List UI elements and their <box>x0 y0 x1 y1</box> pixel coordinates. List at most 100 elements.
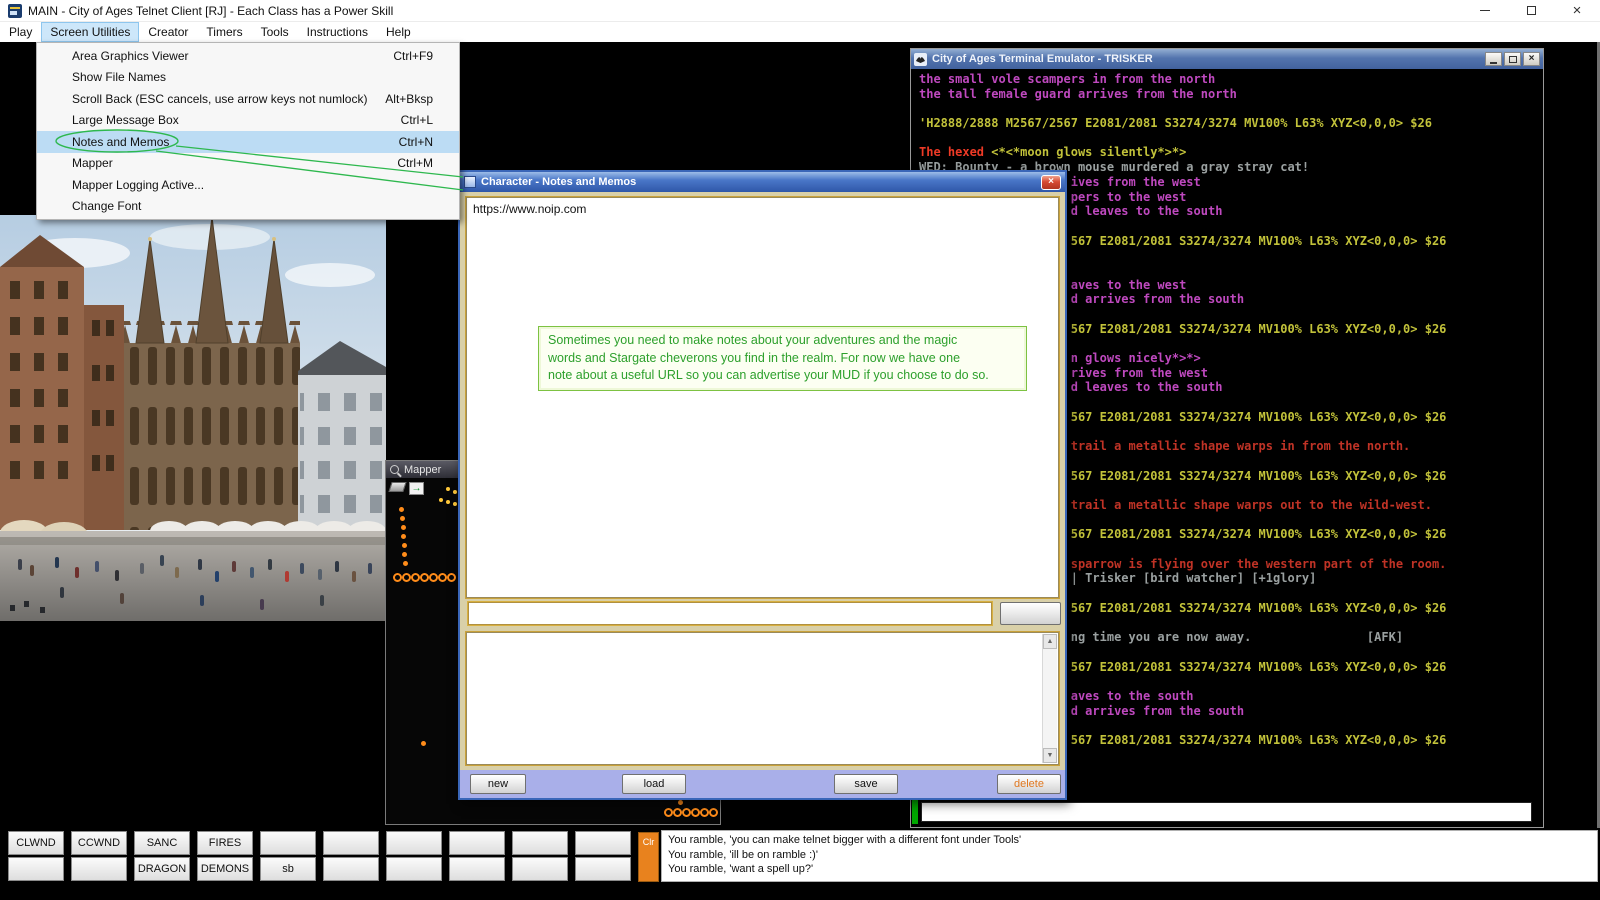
maximize-button[interactable] <box>1508 0 1554 22</box>
scroll-down-icon[interactable]: ▼ <box>1043 748 1057 763</box>
toolbar-button-empty[interactable] <box>323 831 379 855</box>
chat-line: You ramble, 'you can make telnet bigger … <box>668 833 1591 848</box>
map-dot <box>700 808 709 817</box>
map-dot <box>678 800 683 805</box>
toolbar-button-empty[interactable] <box>575 857 631 881</box>
toolbar-button-demons[interactable]: DEMONS <box>197 857 253 881</box>
map-dot <box>429 573 438 582</box>
map-dot <box>439 498 443 502</box>
list-scrollbar[interactable]: ▲ ▼ <box>1042 634 1057 763</box>
mapper-title: Mapper <box>404 464 441 476</box>
toolbar-button-empty[interactable] <box>512 857 568 881</box>
chat-log[interactable]: You ramble, 'you can make telnet bigger … <box>661 830 1598 882</box>
menu-help[interactable]: Help <box>377 22 420 42</box>
menu-timers[interactable]: Timers <box>197 22 251 42</box>
tip-line: words and Stargate cheverons you find in… <box>548 350 1017 368</box>
map-dot <box>447 573 456 582</box>
toolbar-button-empty[interactable] <box>260 831 316 855</box>
tip-line: Sometimes you need to make notes about y… <box>548 332 1017 350</box>
note-title-input[interactable] <box>468 602 992 625</box>
menu-play[interactable]: Play <box>0 22 41 42</box>
map-dot <box>400 516 405 521</box>
scroll-up-icon[interactable]: ▲ <box>1043 634 1057 649</box>
minimize-button[interactable] <box>1462 0 1508 22</box>
toolbar-button-empty[interactable] <box>386 831 442 855</box>
terminal-titlebar[interactable]: City of Ages Terminal Emulator - TRISKER… <box>911 49 1543 69</box>
toolbar-button-empty[interactable] <box>8 857 64 881</box>
toolbar-button-fires[interactable]: FIRES <box>197 831 253 855</box>
toolbar-button-dragon[interactable]: DRAGON <box>134 857 190 881</box>
close-icon: × <box>1529 54 1535 64</box>
minimize-icon <box>1490 62 1497 64</box>
window-title: MAIN - City of Ages Telnet Client [RJ] -… <box>28 4 393 18</box>
chat-line: You ramble, 'ill be on ramble :)' <box>668 848 1591 863</box>
toolbar-button-empty[interactable] <box>449 831 505 855</box>
note-text-area[interactable]: https://www.noip.com Sometimes you need … <box>466 197 1059 598</box>
notes-close-button[interactable]: × <box>1041 175 1061 190</box>
terminal-window-icon <box>914 53 927 66</box>
map-dot <box>453 490 457 494</box>
terminal-line: 'H2888/2888 M2567/2567 E2081/2081 S3274/… <box>919 116 1541 131</box>
toolbar-button-sanc[interactable]: SANC <box>134 831 190 855</box>
menu-tools[interactable]: Tools <box>252 22 298 42</box>
close-button[interactable]: × <box>1554 0 1600 22</box>
map-dot <box>401 534 406 539</box>
toolbar-button-empty[interactable] <box>575 831 631 855</box>
save-button[interactable]: save <box>834 774 898 794</box>
menu-item-scroll-back-esc-cancels-use-arrow-keys-not-numlock[interactable]: Scroll Back (ESC cancels, use arrow keys… <box>37 88 459 110</box>
toolbar-button-empty[interactable] <box>71 857 127 881</box>
menu-item-show-file-names[interactable]: Show File Names <box>37 67 459 89</box>
toolbar-button-empty[interactable] <box>449 857 505 881</box>
notes-window-icon <box>464 176 476 188</box>
follow-arrow-icon[interactable]: → <box>409 482 424 495</box>
menu-item-large-message-box[interactable]: Large Message BoxCtrl+L <box>37 110 459 132</box>
clr-button[interactable]: Clr <box>638 832 659 882</box>
menu-item-mapper[interactable]: MapperCtrl+M <box>37 153 459 175</box>
notes-button-strip: new load save delete <box>460 770 1065 798</box>
maximize-icon <box>1509 56 1517 63</box>
menu-item-label: Show File Names <box>72 70 166 84</box>
magnifier-icon <box>390 465 399 474</box>
map-dot <box>438 573 447 582</box>
map-dot <box>393 573 402 582</box>
menu-item-change-font[interactable]: Change Font <box>37 196 459 218</box>
new-button[interactable]: new <box>470 774 526 794</box>
menu-item-area-graphics-viewer[interactable]: Area Graphics ViewerCtrl+F9 <box>37 45 459 67</box>
toolbar-button-empty[interactable] <box>386 857 442 881</box>
menu-instructions[interactable]: Instructions <box>298 22 377 42</box>
background-photo <box>0 215 386 621</box>
terminal-command-input[interactable] <box>921 802 1532 822</box>
map-dot <box>421 741 426 746</box>
terminal-line <box>919 131 1541 146</box>
terminal-line: The hexed <*<*moon glows silently*>*> <box>919 145 1541 160</box>
menu-item-label: Change Font <box>72 199 141 213</box>
eraser-icon[interactable] <box>388 482 406 492</box>
delete-button[interactable]: delete <box>997 774 1061 794</box>
bottom-toolbar: Clr You ramble, 'you can make telnet big… <box>0 828 1600 900</box>
menu-item-label: Notes and Memos <box>72 135 169 149</box>
menu-item-shortcut: Ctrl+F9 <box>393 49 433 63</box>
map-dot <box>446 487 450 491</box>
toolbar-button-empty[interactable] <box>323 857 379 881</box>
note-side-button[interactable] <box>1000 602 1061 625</box>
map-dot <box>402 543 407 548</box>
toolbar-button-empty[interactable] <box>512 831 568 855</box>
notes-titlebar[interactable]: Character - Notes and Memos × <box>460 172 1065 192</box>
terminal-minimize-button[interactable] <box>1485 52 1502 66</box>
terminal-close-button[interactable]: × <box>1523 52 1540 66</box>
menu-screen-utilities[interactable]: Screen Utilities <box>41 22 139 42</box>
chat-line: You ramble, 'want a spell up?' <box>668 862 1591 877</box>
menu-creator[interactable]: Creator <box>139 22 197 42</box>
toolbar-button-ccwnd[interactable]: CCWND <box>71 831 127 855</box>
menu-item-mapper-logging-active[interactable]: Mapper Logging Active... <box>37 174 459 196</box>
note-list-box[interactable]: ▲ ▼ <box>466 632 1059 765</box>
menu-item-label: Scroll Back (ESC cancels, use arrow keys… <box>72 92 367 106</box>
load-button[interactable]: load <box>622 774 686 794</box>
toolbar-button-sb[interactable]: sb <box>260 857 316 881</box>
note-url-text: https://www.noip.com <box>473 202 586 216</box>
menu-item-notes-and-memos[interactable]: Notes and MemosCtrl+N <box>37 131 459 153</box>
map-dot <box>682 808 691 817</box>
terminal-maximize-button[interactable] <box>1504 52 1521 66</box>
main-titlebar[interactable]: MAIN - City of Ages Telnet Client [RJ] -… <box>0 0 1600 22</box>
toolbar-button-clwnd[interactable]: CLWND <box>8 831 64 855</box>
